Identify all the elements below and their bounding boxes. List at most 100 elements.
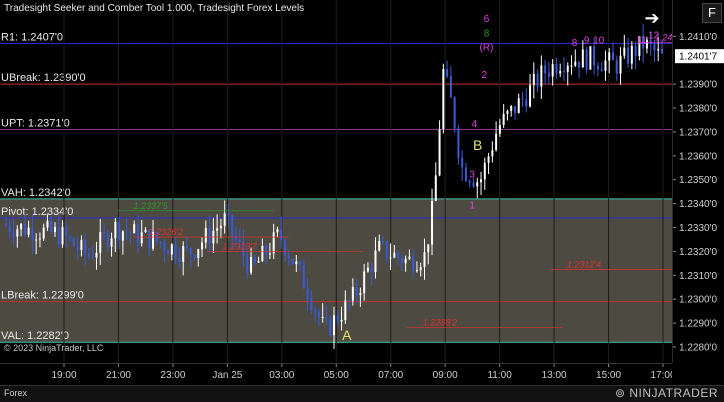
candle-body [355,287,358,296]
sequence-count: 2 [482,70,488,81]
price-axis[interactable]: 1.2410'0 1.2390'0 1.2380'0 1.2370'0 1.2360'0… [672,0,724,363]
candle-body [159,241,162,244]
candle-body [366,267,369,272]
sequence-count: (R) [480,43,494,54]
candle-body [442,69,445,130]
last-price-label: 1.2401'7 [679,52,717,63]
candle-body [615,60,618,74]
candle-body [167,250,170,255]
candle-body [359,293,362,296]
candle-body [498,125,501,134]
candle-body [510,106,513,111]
candle-body [551,64,554,77]
candle-body [163,243,166,251]
candle-body [35,239,38,241]
candle-body [627,47,630,64]
candle-body [574,61,577,66]
arrow-right-icon[interactable]: ➔ [640,8,664,28]
candle-body [129,232,132,234]
candle-body [31,227,34,241]
candle-body [114,221,117,239]
candle-body [280,229,283,241]
candle-body [604,60,607,71]
candle-body [204,227,207,243]
candle-body [170,244,173,255]
candle-body [314,309,317,312]
candle-body [619,55,622,74]
price-chart[interactable]: R1: 1.2407'0 UBreak: 1.2390'0 UPT: 1.2371'… [0,0,672,363]
instrument-tab[interactable]: Forex [4,388,27,398]
candle-body [483,162,486,180]
copyright-notice: © 2023 NinjaTrader, LLC [4,343,104,353]
candle-body [272,232,275,254]
wave-letter: B [473,137,482,153]
candle-body [54,227,57,232]
candle-body [385,241,388,259]
candle-body [412,256,415,272]
sequence-count: 1 [469,200,475,211]
candle-body [219,225,222,229]
candle-body [261,245,264,262]
candle-body [325,316,328,319]
candle-body [491,150,494,157]
candle-body [189,248,192,255]
candle-body [133,224,136,234]
candle-body [344,300,347,320]
candle-body [333,315,335,336]
candle-body [118,221,121,241]
level-label: LBreak: 1.2299'0 [1,290,84,302]
panel-toggle-button[interactable]: F [702,3,722,23]
candle-body [257,261,260,263]
candle-body [95,252,98,258]
time-axis[interactable]: 19:00 21:00 23:00 Jan 25 03:00 05:00 07:00 09:0… [0,363,672,386]
candle-body [253,257,256,263]
candle-body [329,318,332,336]
y-tick-label: 1.2310'0 [679,271,717,282]
candle-body [336,315,339,322]
x-tick-label: Jan 25 [212,370,242,381]
x-tick-label: 11:00 [487,370,512,381]
x-tick-label: 09:00 [433,370,458,381]
candle-body [529,85,532,107]
candle-body [434,175,437,201]
candle-body [227,213,230,216]
candle-body [5,225,7,227]
candle-body [295,261,298,265]
candle-body [476,182,479,187]
candle-body [106,233,109,247]
candle-body [544,65,547,74]
candle-body [99,232,102,253]
x-tick-label: 03:00 [269,370,294,381]
candle-body [125,231,128,233]
sequence-count: 3 [469,169,475,180]
marker-price-label: 1.2326'2 [149,227,183,237]
candle-body [536,73,539,87]
marker-price-label: 1.2319'7 [223,241,258,251]
sequence-count: 4 [472,119,478,130]
candle-body [185,246,188,249]
marker-price-label: 1.2337'5 [134,201,169,211]
candle-body [661,48,663,54]
candle-body [370,267,373,273]
candle-body [589,46,592,70]
candle-body [103,232,106,234]
candle-body [566,65,569,72]
candle-body [446,69,449,77]
x-tick-label: 23:00 [160,370,185,381]
candle-body [487,156,490,163]
brand-text: NINJATRADER [629,386,718,400]
candle-body [427,244,430,253]
candle-body [461,157,464,168]
candle-body [585,49,588,70]
y-tick-label: 1.2380'0 [679,104,717,115]
candle-body [12,231,15,237]
candle-body [596,65,599,70]
candle-body [178,258,181,263]
y-tick-label: 1.2320'0 [679,247,717,258]
level-label: Pivot: 1.2334'0 [1,206,73,218]
candle-body [449,76,452,98]
candle-body [321,316,324,318]
candle-body [121,231,124,241]
candle-body [397,252,400,259]
candle-body [136,224,139,244]
